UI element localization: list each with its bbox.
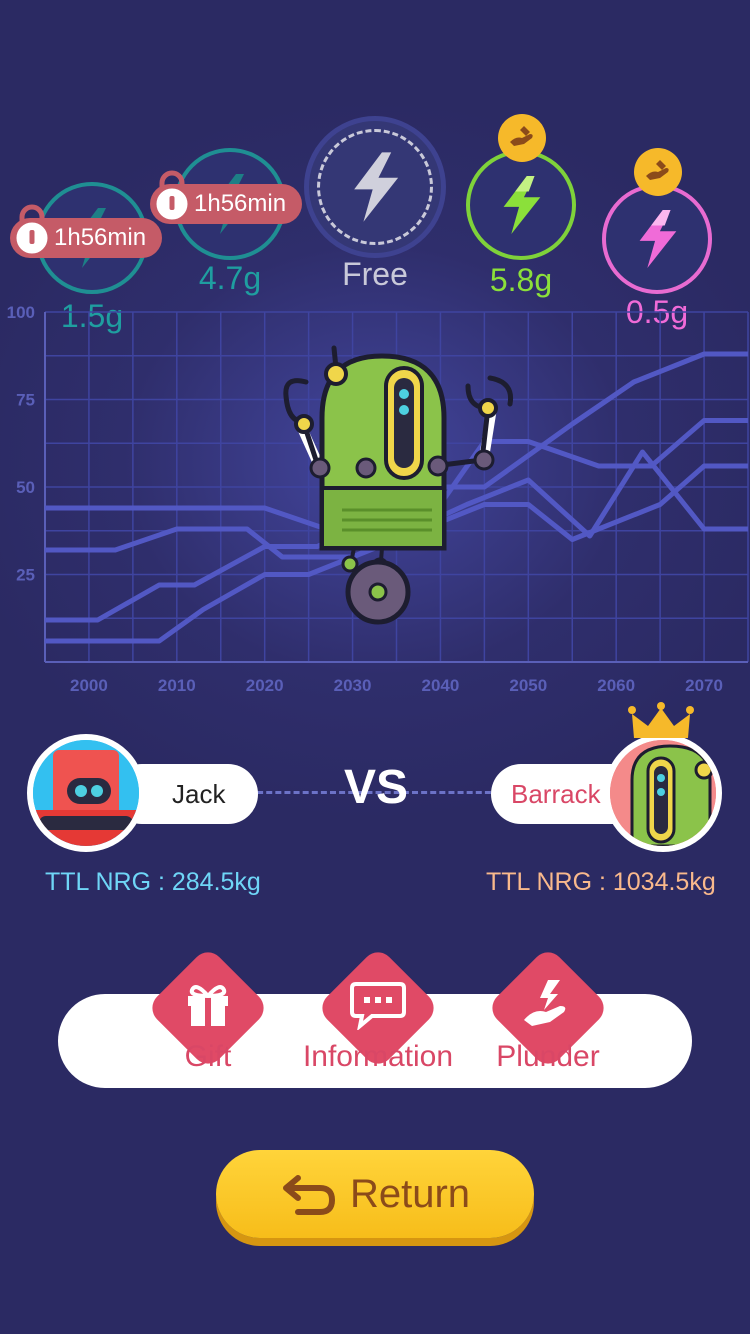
information-label: Information — [302, 1040, 454, 1073]
crown-icon — [628, 702, 694, 738]
x-tick-label: 2070 — [685, 676, 723, 695]
plunder-hand-icon — [524, 980, 566, 1026]
lightning-icon — [639, 210, 677, 268]
gift-icon — [188, 985, 228, 1026]
collect-hand-icon[interactable] — [498, 114, 546, 162]
red-robot-avatar-icon — [33, 740, 139, 846]
y-tick-label: 50 — [16, 478, 35, 497]
lightning-icon — [503, 176, 541, 234]
x-tick-label: 2040 — [422, 676, 460, 695]
return-label: Return — [349, 1171, 471, 1216]
player-avatar[interactable] — [27, 734, 145, 852]
y-tick-label: 25 — [16, 566, 35, 585]
player-total-energy: TTL NRG : 284.5kg — [45, 868, 261, 896]
robot-character — [283, 345, 514, 625]
green-robot-avatar-icon — [610, 740, 716, 846]
plunder-label: Plunder — [496, 1040, 600, 1073]
y-axis-ticks: 25 50 75 100 — [7, 303, 35, 585]
x-tick-label: 2000 — [70, 676, 108, 695]
lock-icon — [153, 170, 191, 222]
gift-button[interactable]: Gift — [145, 945, 271, 1078]
x-tick-label: 2030 — [334, 676, 372, 695]
game-screen: 1.5g 1h56min 4.7g 1h56min Free 5.8g 0.5g… — [0, 0, 750, 1334]
energy-orb-4[interactable] — [602, 184, 712, 294]
opponent-name: Barrack — [511, 778, 601, 809]
vs-label: VS — [343, 761, 409, 814]
player-name: Jack — [172, 778, 226, 809]
energy-orb-3[interactable] — [466, 150, 576, 260]
chat-icon — [350, 982, 406, 1030]
y-tick-label: 75 — [16, 391, 35, 410]
return-arrow-icon — [282, 1175, 335, 1215]
lock-icon — [13, 204, 51, 256]
energy-value-free: Free — [342, 256, 408, 292]
y-tick-label: 100 — [7, 303, 35, 322]
collect-hand-icon[interactable] — [634, 148, 682, 196]
opponent-total-energy: TTL NRG : 1034.5kg — [486, 868, 716, 896]
plunder-button[interactable]: Plunder — [485, 945, 611, 1078]
return-button[interactable]: Return — [216, 1150, 534, 1238]
x-tick-label: 2010 — [158, 676, 196, 695]
x-tick-label: 2020 — [246, 676, 284, 695]
x-axis-ticks: 2000 2010 2020 2030 2040 2050 2060 2070 — [70, 676, 723, 695]
timer-text: 1h56min — [54, 224, 147, 251]
x-tick-label: 2050 — [509, 676, 547, 695]
information-button[interactable]: Information — [278, 945, 478, 1078]
gift-label: Gift — [184, 1040, 232, 1073]
x-tick-label: 2060 — [597, 676, 635, 695]
opponent-avatar[interactable] — [604, 734, 722, 852]
energy-value-2: 4.7g — [198, 260, 262, 296]
energy-orb-free[interactable] — [304, 116, 446, 258]
timer-text: 1h56min — [194, 190, 287, 217]
